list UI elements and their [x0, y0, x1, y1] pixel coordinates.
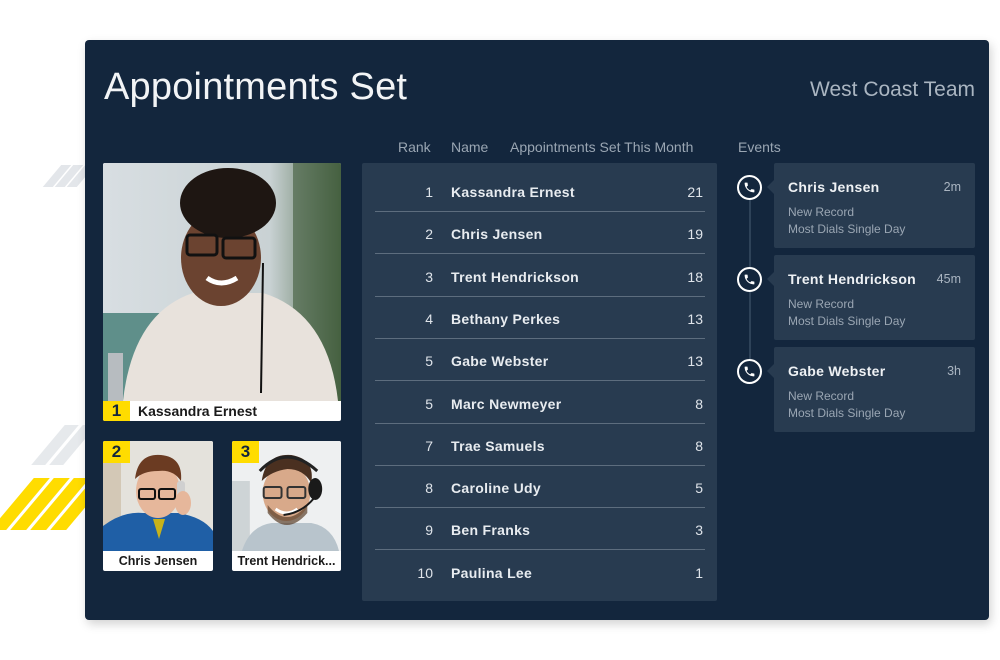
appointments-cell: 3	[695, 522, 703, 539]
name-cell: Caroline Udy	[451, 480, 541, 497]
column-header-appointments[interactable]: Appointments Set This Month	[510, 139, 693, 155]
team-name: West Coast Team	[810, 78, 975, 101]
appointments-cell: 1	[695, 564, 703, 581]
name-cell: Paulina Lee	[451, 564, 533, 581]
rank-cell: 1	[425, 184, 433, 200]
rank-cell: 5	[425, 353, 433, 370]
rank-cell: 8	[425, 480, 433, 497]
event-name: Trent Hendrickson	[788, 271, 917, 287]
table-row[interactable]: 4 Bethany Perkes 13	[375, 297, 705, 339]
table-row[interactable]: 5 Gabe Webster 13	[375, 339, 705, 382]
event-card[interactable]: Trent Hendrickson 45m New Record Most Dials…	[767, 255, 975, 340]
event-name: Gabe Webster	[788, 363, 886, 379]
name-cell: Chris Jensen	[451, 226, 543, 243]
leaderboard-table: 1 Kassandra Ernest 21 2 Chris Jensen 19 3 Trent…	[362, 163, 717, 601]
event-title: New Record	[788, 297, 855, 311]
event-time: 45m	[936, 272, 961, 286]
table-row[interactable]: 5 Marc Newmeyer 8	[375, 382, 705, 424]
event-time: 2m	[943, 180, 961, 194]
name-cell: Marc Newmeyer	[451, 395, 562, 412]
name-cell: Trae Samuels	[451, 437, 545, 454]
leader-card-2[interactable]: 2 Chris Jensen	[103, 441, 213, 571]
appointments-cell: 8	[695, 395, 703, 412]
table-row[interactable]: 3 Trent Hendrickson 18	[375, 255, 705, 297]
rank-cell: 4	[425, 310, 433, 327]
event-description: Most Dials Single Day	[788, 406, 906, 420]
appointments-cell: 13	[687, 310, 703, 327]
event-description: Most Dials Single Day	[788, 222, 906, 236]
column-header-name[interactable]: Name	[451, 139, 488, 155]
leader-name: Chris Jensen	[118, 554, 198, 568]
event-card[interactable]: Chris Jensen 2m New Record Most Dials Singl…	[767, 163, 975, 248]
leader-name: Trent Hendrick...	[237, 554, 336, 568]
rank-cell: 5	[425, 395, 433, 412]
rank-cell: 10	[417, 564, 433, 581]
table-row[interactable]: 1 Kassandra Ernest 21	[375, 170, 705, 212]
event-time: 3h	[947, 364, 961, 378]
name-cell: Gabe Webster	[451, 353, 549, 370]
event-description: Most Dials Single Day	[788, 314, 906, 328]
phone-icon	[737, 175, 762, 200]
page-title: Appointments Set	[104, 66, 408, 108]
name-cell: Bethany Perkes	[451, 310, 561, 327]
rank-cell: 3	[425, 268, 433, 285]
table-row[interactable]: 2 Chris Jensen 19	[375, 212, 705, 255]
rank-badge: 1	[103, 401, 130, 421]
table-row[interactable]: 7 Trae Samuels 8	[375, 424, 705, 466]
phone-icon	[737, 359, 762, 384]
appointments-cell: 8	[695, 437, 703, 454]
rank-cell: 9	[425, 522, 433, 539]
name-cell: Kassandra Ernest	[451, 184, 575, 200]
appointments-cell: 19	[687, 226, 703, 243]
table-row[interactable]: 8 Caroline Udy 5	[375, 466, 705, 509]
leader-name: Kassandra Ernest	[138, 403, 258, 419]
appointments-cell: 18	[687, 268, 703, 285]
name-cell: Trent Hendrickson	[451, 268, 580, 285]
leader-card-1[interactable]: 1 Kassandra Ernest	[103, 163, 341, 421]
appointments-cell: 21	[687, 184, 703, 200]
leaderboard-panel: Appointments Set West Coast Team 1 Kassa…	[85, 40, 989, 620]
event-card[interactable]: Gabe Webster 3h New Record Most Dials Singl…	[767, 347, 975, 432]
event-title: New Record	[788, 205, 855, 219]
events-header: Events	[738, 139, 781, 155]
leader-photo	[103, 163, 341, 401]
appointments-cell: 13	[687, 353, 703, 370]
rank-cell: 2	[425, 226, 433, 243]
name-cell: Ben Franks	[451, 522, 531, 539]
rank-badge: 3	[232, 441, 259, 463]
phone-icon	[737, 267, 762, 292]
table-row[interactable]: 9 Ben Franks 3	[375, 508, 705, 551]
column-header-rank[interactable]: Rank	[398, 139, 431, 155]
rank-badge: 2	[103, 441, 130, 463]
appointments-cell: 5	[695, 480, 703, 497]
event-title: New Record	[788, 389, 855, 403]
event-name: Chris Jensen	[788, 179, 880, 195]
table-row[interactable]: 10 Paulina Lee 1	[375, 551, 705, 593]
leader-card-3[interactable]: 3 Trent Hendrick...	[232, 441, 341, 571]
rank-cell: 7	[425, 437, 433, 454]
